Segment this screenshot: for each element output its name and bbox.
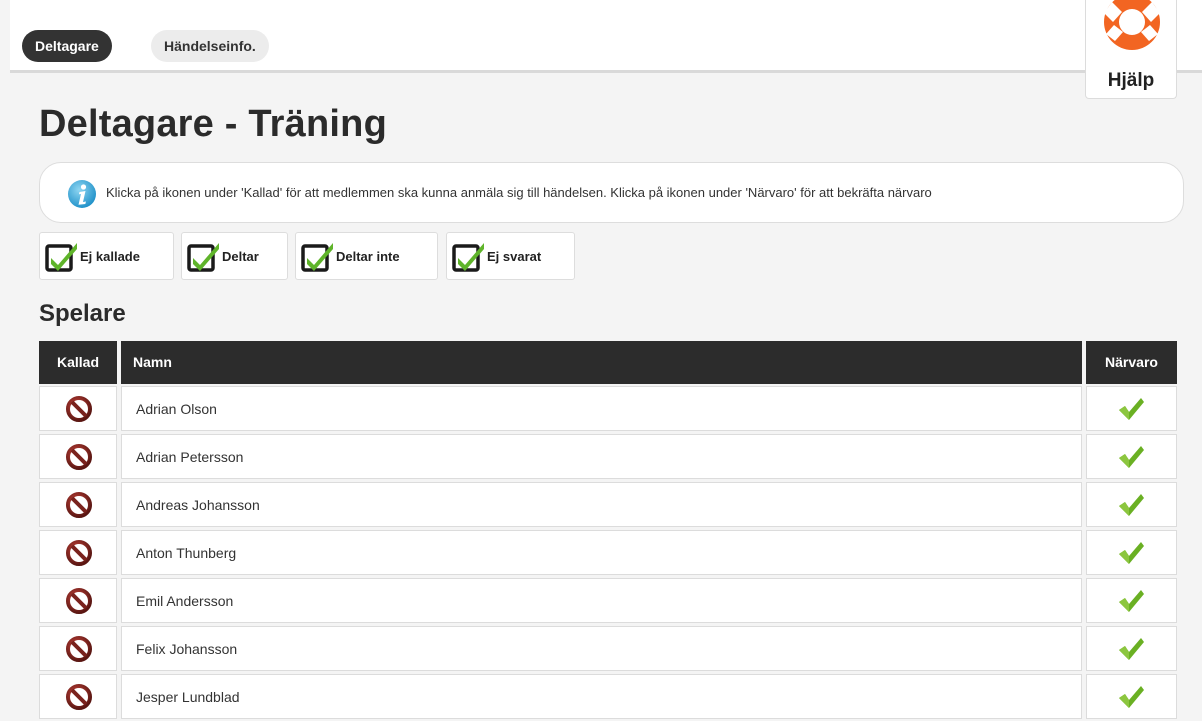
filter-label: Ej kallade [80,248,140,264]
ban-icon[interactable] [66,492,92,518]
filter-label: Deltar [222,248,259,264]
kallad-cell[interactable] [39,626,117,671]
info-icon [68,180,96,208]
table-row: Jesper Lundblad [0,674,1202,721]
player-name: Adrian Petersson [136,449,244,465]
checkmark-icon[interactable] [1117,540,1145,566]
checkmark-icon[interactable] [1117,588,1145,614]
narvaro-cell[interactable] [1086,482,1177,527]
narvaro-cell[interactable] [1086,626,1177,671]
name-cell: Emil Andersson [121,578,1082,623]
kallad-cell[interactable] [39,434,117,479]
narvaro-cell[interactable] [1086,434,1177,479]
kallad-cell[interactable] [39,674,117,719]
checkmark-icon[interactable] [1117,684,1145,710]
name-cell: Adrian Olson [121,386,1082,431]
filter-label: Deltar inte [336,248,400,264]
narvaro-cell[interactable] [1086,578,1177,623]
player-name: Emil Andersson [136,593,234,609]
filter-deltar-button[interactable]: Deltar [181,232,288,280]
ban-icon[interactable] [66,684,92,710]
section-title: Spelare [39,300,126,327]
kallad-cell[interactable] [39,386,117,431]
checkbox-checked-icon [45,243,77,272]
narvaro-cell[interactable] [1086,386,1177,431]
player-name: Andreas Johansson [136,497,260,513]
name-cell: Felix Johansson [121,626,1082,671]
tab-deltagare[interactable]: Deltagare [22,30,112,62]
checkbox-checked-icon [452,243,484,272]
narvaro-cell[interactable] [1086,674,1177,719]
filter-deltar-inte-button[interactable]: Deltar inte [295,232,438,280]
page-title: Deltagare - Träning [39,103,387,145]
help-button[interactable]: Hjälp [1085,0,1177,99]
ban-icon[interactable] [66,396,92,422]
player-name: Felix Johansson [136,641,238,657]
name-cell: Adrian Petersson [121,434,1082,479]
kallad-cell[interactable] [39,530,117,575]
column-header-namn[interactable]: Namn [121,341,1082,384]
table-row: Emil Andersson [0,578,1202,625]
help-label: Hjälp [1107,70,1155,91]
info-box: Klicka på ikonen under 'Kallad' för att … [39,162,1184,223]
column-header-narvaro[interactable]: Närvaro [1086,341,1177,384]
table-row: Andreas Johansson [0,482,1202,529]
tab-handelseinfo[interactable]: Händelseinfo. [151,30,269,62]
kallad-cell[interactable] [39,578,117,623]
name-cell: Anton Thunberg [121,530,1082,575]
ban-icon[interactable] [66,540,92,566]
player-name: Jesper Lundblad [136,689,240,705]
info-text: Klicka på ikonen under 'Kallad' för att … [106,185,932,200]
narvaro-cell[interactable] [1086,530,1177,575]
filter-label: Ej svarat [487,248,542,264]
filter-ej-svarat-button[interactable]: Ej svarat [446,232,575,280]
player-name: Anton Thunberg [136,545,237,561]
table-row: Adrian Petersson [0,434,1202,481]
ban-icon[interactable] [66,444,92,470]
checkbox-checked-icon [187,243,219,272]
table-row: Adrian Olson [0,386,1202,433]
checkmark-icon[interactable] [1117,492,1145,518]
column-header-kallad[interactable]: Kallad [39,341,117,384]
checkbox-checked-icon [301,243,333,272]
checkmark-icon[interactable] [1117,444,1145,470]
ban-icon[interactable] [66,636,92,662]
table-row: Anton Thunberg [0,530,1202,577]
checkmark-icon[interactable] [1117,396,1145,422]
ban-icon[interactable] [66,588,92,614]
name-cell: Andreas Johansson [121,482,1082,527]
table-row: Felix Johansson [0,626,1202,673]
filter-ej-kallade-button[interactable]: Ej kallade [39,232,174,280]
checkmark-icon[interactable] [1117,636,1145,662]
kallad-cell[interactable] [39,482,117,527]
name-cell: Jesper Lundblad [121,674,1082,719]
player-name: Adrian Olson [136,401,217,417]
lifebuoy-icon [1101,0,1163,66]
